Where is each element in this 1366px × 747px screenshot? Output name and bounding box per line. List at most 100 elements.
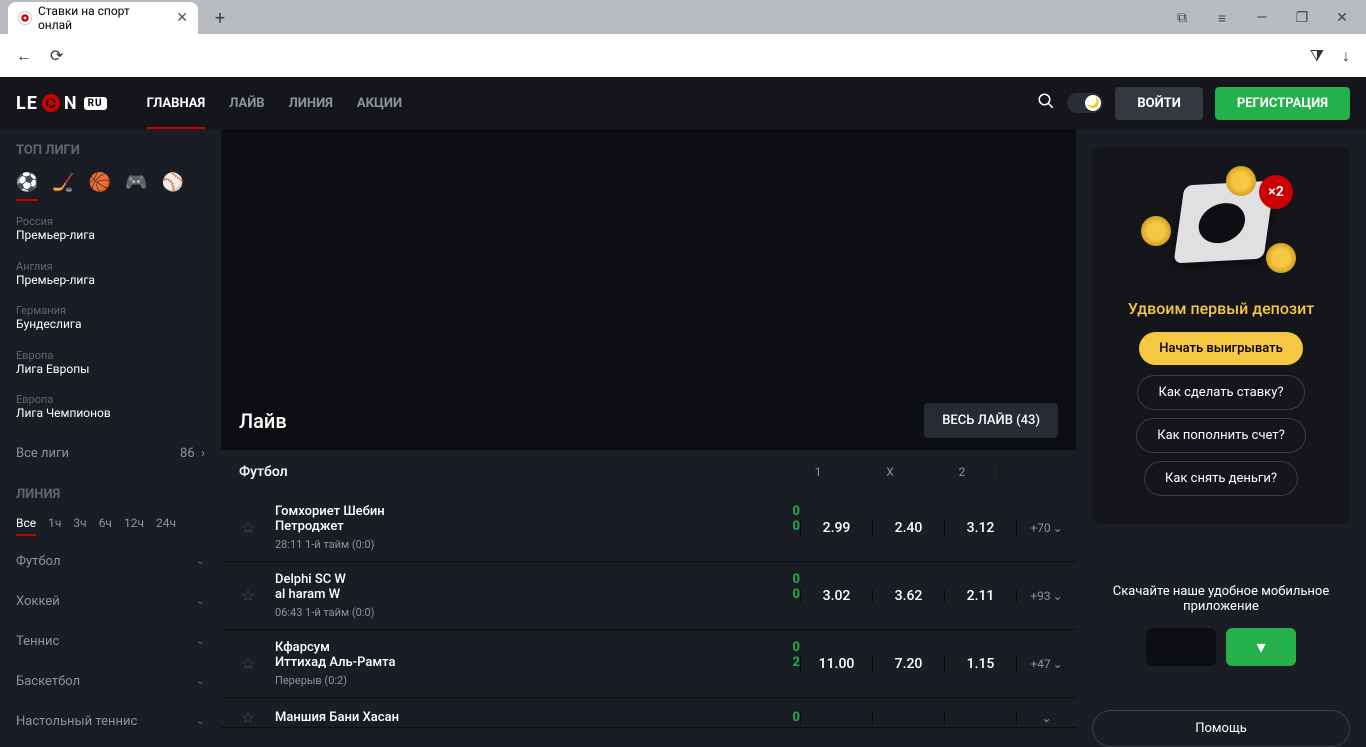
filter-1h[interactable]: 1ч [48,516,61,536]
more-markets[interactable]: +93 ⌄ [1016,588,1076,604]
favorite-icon[interactable]: ☆ [233,518,263,537]
more-markets[interactable]: ⌄ [1016,711,1076,725]
maximize-icon[interactable]: ❐ [1292,10,1312,26]
odd-2[interactable]: 1.15 [944,656,1016,672]
time-filters: Все 1ч 3ч 6ч 12ч 24ч [16,516,205,536]
match-row[interactable]: ☆ Кфарсум0 Иттихад Аль-Рамта2 Перерыв (0… [221,630,1076,698]
download-text: Скачайте наше удобное мобильное приложен… [1092,584,1350,614]
match-row[interactable]: ☆ Гомхориет Шебин0 Петроджет0 28:11 1-й … [221,494,1076,562]
chevron-down-icon: ⌄ [196,634,205,649]
live-header: Лайв ВЕСЬ ЛАЙВ (43) [221,403,1076,450]
address-bar: ← ⟳ ⧩ ↓ [0,34,1366,77]
basketball-icon[interactable]: 🏀 [89,172,111,193]
favorite-icon[interactable]: ☆ [233,654,263,673]
sidebar-league[interactable]: РоссияПремьер-лига [16,207,205,252]
help-button[interactable]: Помощь [1092,710,1350,747]
odd-x[interactable]: 2.40 [872,520,944,536]
minimize-icon[interactable]: — [1252,10,1272,26]
match-teams: Кфарсум0 Иттихад Аль-Рамта2 Перерыв (0:2… [263,640,800,687]
how-deposit-button[interactable]: Как пополнить счет? [1136,418,1306,453]
odd-1[interactable]: 3.02 [800,588,872,604]
filter-3h[interactable]: 3ч [73,516,86,536]
promo-sidebar: ×2 Удвоим первый депозит Начать выигрыва… [1076,129,1366,728]
favorite-icon[interactable]: ☆ [233,708,263,727]
chevron-right-icon: › [201,446,205,461]
nav-line[interactable]: ЛИНИЯ [289,78,333,129]
chevron-down-icon: ⌄ [196,714,205,728]
filter-all[interactable]: Все [16,516,36,536]
apple-store-button[interactable] [1146,628,1216,666]
sidebar-league[interactable]: ЕвропаЛига Чемпионов [16,385,205,430]
match-list: ☆ Гомхориет Шебин0 Петроджет0 28:11 1-й … [221,494,1076,728]
sidebar-league[interactable]: ЕвропаЛига Европы [16,341,205,386]
reload-icon[interactable]: ⟳ [50,46,63,65]
more-markets[interactable]: +47 ⌄ [1016,656,1076,672]
nav-home[interactable]: ГЛАВНАЯ [147,78,206,129]
sidebar-league[interactable]: АнглияПремьер-лига [16,252,205,297]
register-button[interactable]: РЕГИСТРАЦИЯ [1215,87,1350,120]
match-teams: Маншия Бани Хасан0 [263,710,800,725]
odds-group: 2.99 2.40 3.12 +70 ⌄ [800,520,1076,536]
promo-title: Удвоим первый депозит [1128,299,1314,318]
nav-live[interactable]: ЛАЙВ [229,78,264,129]
browser-tab[interactable]: Ставки на спорт онлай ✕ [8,2,198,34]
filter-12h[interactable]: 12ч [124,516,144,536]
close-window-icon[interactable]: ✕ [1332,10,1352,26]
filter-24h[interactable]: 24ч [156,516,176,536]
start-winning-button[interactable]: Начать выигрывать [1139,332,1303,365]
match-meta: 06:43 1-й тайм (0:0) [275,606,800,619]
nav-promo[interactable]: АКЦИИ [357,78,402,129]
match-row[interactable]: ☆ Delphi SC W0 al haram W0 06:43 1-й тай… [221,562,1076,630]
logo[interactable]: LENRU [16,93,107,114]
back-icon[interactable]: ← [16,46,32,66]
live-title: Лайв [239,409,287,433]
football-icon[interactable]: ⚽ [16,172,38,193]
sidebar-league[interactable]: ГерманияБундеслига [16,296,205,341]
sport-football[interactable]: Футбол⌄ [16,542,205,582]
main-content: Лайв ВЕСЬ ЛАЙВ (43) Футбол 1 X 2 ☆ Гомхо… [221,129,1076,728]
odd-x[interactable] [872,711,944,725]
close-tab-icon[interactable]: ✕ [176,10,188,26]
filter-6h[interactable]: 6ч [99,516,112,536]
esports-icon[interactable]: 🎮 [125,172,147,193]
favicon-icon [18,11,32,25]
search-icon[interactable] [1037,92,1055,114]
odd-x[interactable]: 7.20 [872,656,944,672]
match-row[interactable]: ☆ Маншия Бани Хасан0 ⌄ [221,698,1076,728]
sidebar-toggle-icon[interactable]: ⧉ [1172,10,1192,26]
odds-group: 3.02 3.62 2.11 +93 ⌄ [800,588,1076,604]
hockey-icon[interactable]: 🏒 [52,172,74,193]
team-2: Петроджет [275,519,344,534]
odd-1[interactable]: 2.99 [800,520,872,536]
sport-tennis[interactable]: Теннис⌄ [16,622,205,662]
extensions-icon[interactable]: ⧩ [1310,46,1324,66]
theme-toggle[interactable]: 🌙 [1067,93,1103,113]
how-withdraw-button[interactable]: Как снять деньги? [1144,461,1298,496]
match-meta: 28:11 1-й тайм (0:0) [275,538,800,551]
sport-hockey[interactable]: Хоккей⌄ [16,582,205,622]
more-markets[interactable]: +70 ⌄ [1016,520,1076,536]
moon-icon: 🌙 [1085,95,1101,111]
coin-icon [1226,166,1256,196]
match-meta: Перерыв (0:2) [275,674,800,687]
menu-icon[interactable]: ≡ [1212,10,1232,27]
login-button[interactable]: ВОЙТИ [1115,87,1203,120]
android-store-button[interactable]: ▾ [1226,628,1296,666]
how-bet-button[interactable]: Как сделать ставку? [1137,375,1304,410]
odd-2[interactable]: 3.12 [944,520,1016,536]
odd-2[interactable] [944,711,1016,725]
downloads-icon[interactable]: ↓ [1342,46,1350,66]
sport-basketball[interactable]: Баскетбол⌄ [16,662,205,702]
all-live-button[interactable]: ВЕСЬ ЛАЙВ (43) [924,403,1058,438]
odd-1[interactable] [800,711,872,725]
favorite-icon[interactable]: ☆ [233,586,263,605]
score-2: 0 [776,587,800,602]
sport-tabletennis[interactable]: Настольный теннис⌄ [16,702,205,728]
handball-icon[interactable]: ⚾ [162,172,184,193]
all-leagues-link[interactable]: Все лиги 86 › [16,436,205,471]
odd-1[interactable]: 11.00 [800,656,872,672]
add-tab-button[interactable]: + [206,4,234,32]
odd-x[interactable]: 3.62 [872,588,944,604]
header-right: 🌙 ВОЙТИ РЕГИСТРАЦИЯ [1037,87,1350,120]
odd-2[interactable]: 2.11 [944,588,1016,604]
